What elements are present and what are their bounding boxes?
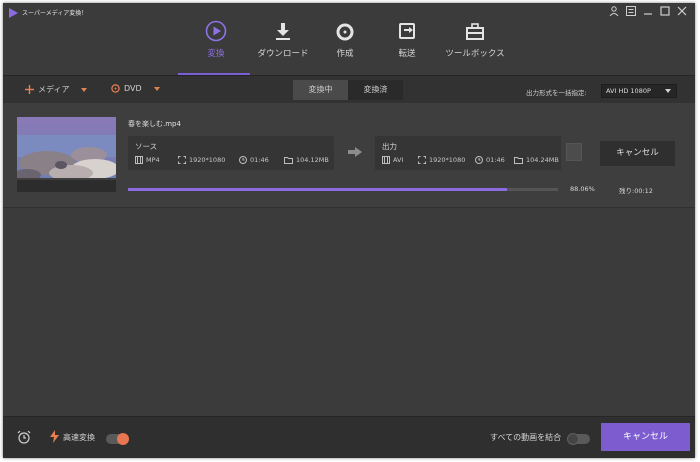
add-media-button[interactable]: メディア	[25, 84, 88, 95]
clock-icon	[239, 156, 247, 164]
footer-bar: 高速変換 すべての動画を結合 キャンセル	[3, 416, 695, 458]
remaining-time: 残り:00:12	[619, 187, 653, 195]
main-nav: 変換 ダウンロード 作成 転送 ツールボックス	[3, 3, 695, 75]
app-window: スーパーメディア変換！ 変換 ダウンロード 作成 転送 ツールボックス メディア…	[3, 3, 695, 458]
resolution-icon	[178, 156, 186, 164]
output-settings-button[interactable]	[566, 143, 582, 161]
source-resolution: 1920*1080	[178, 156, 225, 164]
progress-percent: 88.06%	[570, 185, 595, 193]
output-resolution: 1920*1080	[418, 156, 465, 164]
cancel-all-button[interactable]: キャンセル	[601, 423, 690, 451]
progress-bar	[128, 188, 558, 191]
folder-icon	[514, 157, 523, 164]
dvd-button[interactable]: DVD	[111, 84, 160, 93]
burn-disc-icon	[336, 23, 354, 41]
arrow-right-icon	[348, 147, 362, 157]
output-panel: 出力 AVI 1920*1080 01:46 104.24MB	[375, 136, 561, 170]
tab-converted[interactable]: 変換済	[348, 80, 403, 100]
add-media-label: メディア	[38, 85, 70, 94]
merge-all-label: すべての動画を結合	[490, 433, 562, 442]
output-size: 104.24MB	[514, 156, 559, 164]
tab-converting[interactable]: 変換中	[293, 80, 348, 100]
convert-icon	[205, 20, 227, 42]
chevron-down-icon	[665, 89, 671, 93]
conversion-tabs: 変換中 変換済	[293, 80, 403, 100]
clock-icon	[475, 156, 483, 164]
video-thumbnail[interactable]	[17, 117, 116, 178]
chevron-down-icon[interactable]	[81, 87, 88, 92]
disc-icon	[111, 84, 120, 93]
output-format-select[interactable]: AVI HD 1080P	[601, 84, 677, 98]
chevron-down-icon[interactable]	[153, 86, 160, 91]
fast-convert-label: 高速変換	[63, 433, 95, 442]
lightning-icon	[50, 430, 59, 443]
merge-all-toggle[interactable]	[567, 433, 590, 445]
output-duration: 01:46	[475, 156, 505, 164]
resolution-icon	[418, 156, 426, 164]
source-format: MP4	[135, 156, 160, 164]
task-row: 春を楽しむ.mp4 ソース MP4 1920*1080 01:46 104.12…	[3, 103, 695, 208]
fast-convert-toggle[interactable]	[106, 433, 129, 445]
cancel-task-button[interactable]: キャンセル	[600, 141, 675, 166]
output-format: AVI	[382, 156, 403, 164]
output-title: 出力	[382, 142, 397, 151]
plus-icon	[25, 85, 34, 94]
dvd-label: DVD	[124, 84, 142, 93]
nav-toolbox[interactable]: ツールボックス	[435, 20, 515, 59]
transfer-icon	[399, 23, 415, 39]
alarm-clock-icon[interactable]	[17, 430, 31, 444]
source-size: 104.12MB	[284, 156, 329, 164]
toolbar: メディア DVD 変換中 変換済 出力形式を一括指定: AVI HD 1080P	[3, 75, 695, 103]
output-format-label: 出力形式を一括指定:	[526, 89, 587, 97]
output-format-value: AVI HD 1080P	[606, 87, 651, 95]
folder-icon	[284, 157, 293, 164]
file-name: 春を楽しむ.mp4	[128, 120, 181, 128]
source-title: ソース	[135, 142, 158, 151]
progress-fill	[128, 188, 507, 191]
nav-toolbox-label: ツールボックス	[445, 49, 505, 59]
film-icon	[135, 156, 143, 164]
source-duration: 01:46	[239, 156, 269, 164]
thumbnail-controls	[17, 180, 116, 192]
download-icon	[276, 23, 290, 40]
film-icon	[382, 156, 390, 164]
source-panel: ソース MP4 1920*1080 01:46 104.12MB	[128, 136, 334, 170]
toolbox-icon	[466, 23, 484, 40]
